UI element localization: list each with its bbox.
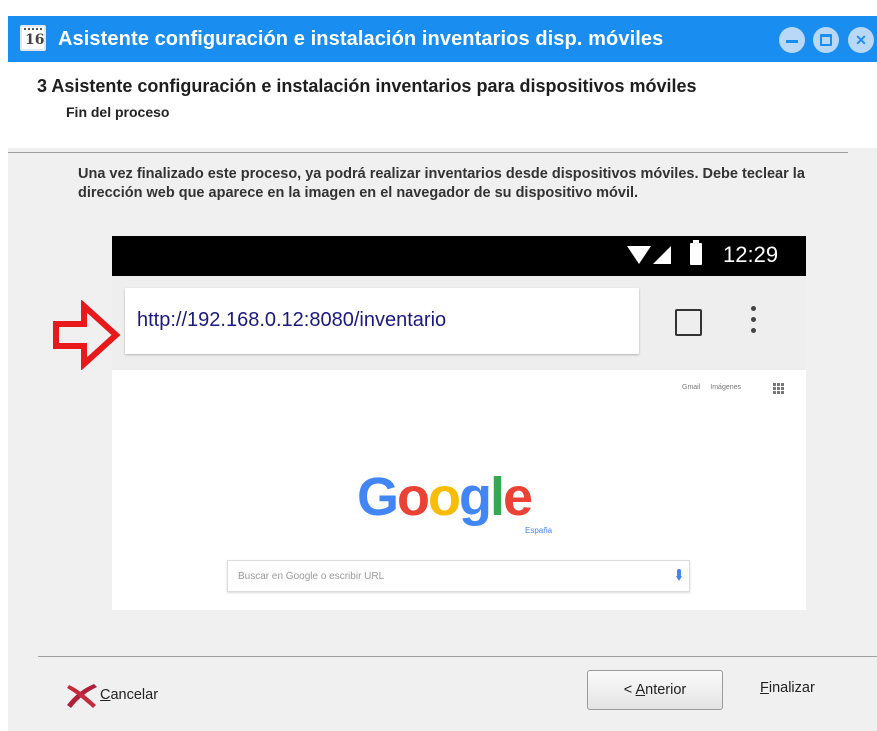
minimize-icon xyxy=(786,40,798,43)
google-search-box: Buscar en Google o escribir URL xyxy=(227,560,690,592)
cancel-button[interactable]: Cancelar xyxy=(64,680,194,710)
calendar-app-icon: 16 xyxy=(20,25,46,51)
window-title: Asistente configuración e instalación in… xyxy=(58,28,664,50)
maximize-icon xyxy=(820,34,832,46)
header-divider xyxy=(8,152,848,153)
step-subtitle: Fin del proceso xyxy=(66,104,170,120)
step-title: 3 Asistente configuración e instalación … xyxy=(37,76,697,96)
app-icon-number: 16 xyxy=(25,32,45,48)
phone-screenshot: 12:29 http://192.168.0.12:8080/inventari… xyxy=(112,236,806,610)
gmail-link: Gmail xyxy=(682,384,701,391)
close-button[interactable]: ✕ xyxy=(848,27,874,53)
signal-icon xyxy=(653,246,671,264)
google-logo: Google xyxy=(357,467,533,527)
previous-button[interactable]: < Anterior xyxy=(587,670,723,710)
title-bar[interactable]: 16 Asistente configuración e instalación… xyxy=(8,16,877,62)
red-arrow-icon xyxy=(53,300,121,370)
instructions-text: Una vez finalizado este proceso, ya podr… xyxy=(78,166,805,201)
phone-status-bar: 12:29 xyxy=(112,236,806,276)
wizard-window: 16 Asistente configuración e instalación… xyxy=(8,16,877,731)
cancel-x-icon xyxy=(67,684,97,708)
wizard-header: 3 Asistente configuración e instalación … xyxy=(8,62,877,148)
images-link: Imágenes xyxy=(710,384,742,391)
google-region: España xyxy=(525,526,553,535)
status-time: 12:29 xyxy=(723,242,779,267)
close-icon: ✕ xyxy=(855,32,867,48)
more-options-icon xyxy=(751,306,757,338)
battery-icon xyxy=(690,240,702,265)
apps-grid-icon xyxy=(773,383,785,395)
cancel-label: Cancelar xyxy=(100,687,159,703)
tabs-icon xyxy=(675,309,702,336)
footer-divider xyxy=(38,656,877,657)
wifi-icon xyxy=(627,246,651,264)
finish-button[interactable]: Finalizar xyxy=(760,680,815,696)
browser-toolbar: http://192.168.0.12:8080/inventario xyxy=(112,276,806,370)
address-bar: http://192.168.0.12:8080/inventario xyxy=(125,288,639,354)
google-top-links: Gmail Imágenes xyxy=(682,384,741,391)
maximize-button[interactable] xyxy=(813,27,839,53)
search-placeholder: Buscar en Google o escribir URL xyxy=(238,571,385,582)
microphone-icon xyxy=(676,569,682,581)
minimize-button[interactable] xyxy=(779,27,805,53)
url-text: http://192.168.0.12:8080/inventario xyxy=(137,309,447,331)
